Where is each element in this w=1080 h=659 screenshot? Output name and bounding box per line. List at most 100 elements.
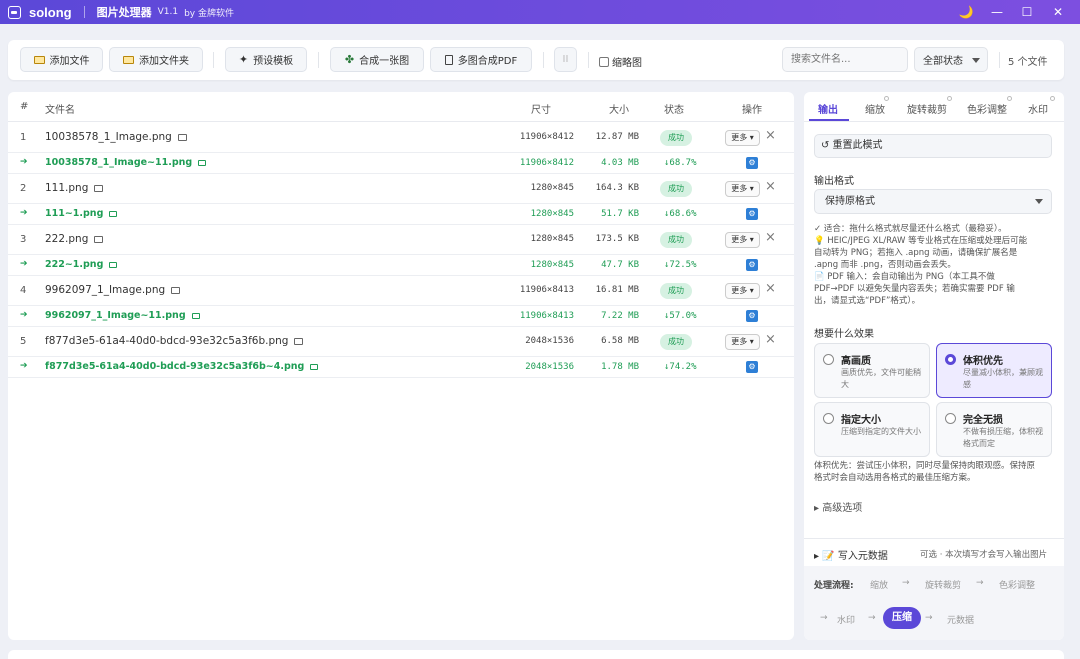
tab-watermark[interactable]: 水印 — [1028, 101, 1048, 116]
option-size-priority[interactable]: 体积优先 尽量减小体积，兼顾观感 — [936, 343, 1052, 398]
flow-label: 处理流程: — [814, 581, 854, 591]
tab-output[interactable]: 输出 — [818, 101, 838, 116]
option-high-quality[interactable]: 高画质 画质优先，文件可能稍大 — [814, 343, 930, 398]
title-bar: solong 图片处理器 V1.1 by 金牌软件 🌙 — ☐ ✕ — [0, 0, 1080, 24]
pause-button[interactable]: II — [554, 47, 577, 72]
thumbnail-toggle[interactable]: 缩略图 — [599, 54, 642, 69]
remove-file-icon[interactable]: × — [765, 179, 776, 194]
option-title: 体积优先 — [963, 356, 1003, 367]
effect-note: 体积优先：尝试压小体积，同时尽量保持肉眼观感。保持原 格式时会自动选用各格式的最… — [814, 460, 1054, 484]
file-name: 9962097_1_Image.png — [45, 284, 181, 296]
more-button[interactable]: 更多 ▾ — [725, 232, 760, 248]
app-logo-icon — [8, 5, 21, 19]
file-size: 173.5 KB — [595, 234, 639, 244]
metadata-toggle[interactable]: ▸ 📝 写入元数据 — [814, 547, 888, 562]
add-file-button[interactable]: 添加文件 — [20, 47, 103, 72]
thumbnail-checkbox[interactable] — [599, 56, 609, 67]
thumbnail-label: 缩略图 — [612, 58, 642, 69]
hint-line: PDF→PDF 以避免矢量内容丢失；若确实需要 PDF 输 — [814, 284, 1015, 294]
gear-icon[interactable]: ⚙ — [746, 361, 758, 373]
merge-pdf-button[interactable]: 多图合成PDF — [430, 47, 532, 72]
presets-button[interactable]: ✦ 预设模板 — [225, 47, 307, 72]
status-badge: 成功 — [660, 130, 692, 146]
header-size: 大小 — [609, 105, 629, 116]
file-name-text: 111.png — [45, 182, 89, 194]
wand-icon: ✦ — [238, 53, 249, 66]
hint-line: .apng 而非 .png，否则动画会丢失。 — [814, 260, 956, 270]
open-folder-icon[interactable] — [171, 287, 181, 294]
status-filter-select[interactable]: 全部状态 — [914, 47, 988, 72]
toolbar-divider — [213, 52, 214, 68]
minimize-button[interactable]: — — [983, 0, 1011, 24]
output-arrow-icon: ➔ — [20, 157, 28, 167]
reset-mode-button[interactable]: ↺ 重置此模式 — [814, 134, 1052, 158]
file-size: 6.58 MB — [601, 336, 639, 346]
search-input[interactable] — [782, 47, 908, 72]
tab-color-adjust[interactable]: 色彩调整 — [967, 101, 1007, 116]
tab-rotate-crop[interactable]: 旋转裁剪 — [907, 101, 947, 116]
option-target-size[interactable]: 指定大小 压缩到指定的文件大小 — [814, 402, 930, 457]
more-button[interactable]: 更多 ▾ — [725, 334, 760, 350]
hint-line: ✓ 适合：拖什么格式就尽量还什么格式（最稳妥）。 — [814, 224, 1007, 234]
file-list: # 文件名 尺寸 大小 状态 操作 1 10038578_1_Image.png… — [8, 92, 794, 640]
open-folder-icon[interactable] — [94, 185, 104, 192]
output-arrow-icon: ➔ — [20, 208, 28, 218]
theme-toggle-icon[interactable]: 🌙 — [952, 0, 980, 24]
open-folder-icon[interactable] — [109, 262, 118, 268]
file-name: 222.png — [45, 233, 104, 245]
status-badge: 成功 — [660, 181, 692, 197]
tab-status-dot-icon — [947, 96, 952, 101]
tab-scale[interactable]: 缩放 — [865, 101, 885, 116]
flow-step-scale: 缩放 — [870, 581, 889, 591]
gear-icon[interactable]: ⚙ — [746, 259, 758, 271]
remove-file-icon[interactable]: × — [765, 332, 776, 347]
radio-icon[interactable] — [823, 354, 834, 365]
open-folder-icon[interactable] — [198, 160, 207, 166]
more-button[interactable]: 更多 ▾ — [725, 283, 760, 299]
close-window-button[interactable]: ✕ — [1044, 0, 1072, 24]
option-lossless[interactable]: 完全无损 不做有损压缩，体积视格式而定 — [936, 402, 1052, 457]
option-desc: 画质优先，文件可能稍大 — [841, 368, 921, 389]
status-filter-value: 全部状态 — [923, 56, 963, 67]
open-folder-icon[interactable] — [191, 313, 200, 319]
gear-icon[interactable]: ⚙ — [746, 208, 758, 220]
add-folder-label: 添加文件夹 — [139, 56, 189, 67]
add-folder-button[interactable]: 添加文件夹 — [109, 47, 203, 72]
radio-icon[interactable] — [945, 354, 956, 365]
output-arrow-icon: ➔ — [20, 259, 28, 269]
merge-one-button[interactable]: ✤ 合成一张图 — [330, 47, 424, 72]
more-button[interactable]: 更多 ▾ — [725, 130, 760, 146]
file-row[interactable]: 5 f877d3e5-61a4-40d0-bdcd-93e32c5a3f6b.p… — [8, 327, 794, 357]
active-tab-indicator — [809, 119, 849, 121]
open-folder-icon[interactable] — [109, 211, 118, 217]
gear-icon[interactable]: ⚙ — [746, 157, 758, 169]
advanced-options-toggle[interactable]: ▸ 高级选项 — [814, 499, 862, 514]
output-size: 7.22 MB — [601, 311, 639, 321]
open-folder-icon[interactable] — [294, 338, 304, 345]
open-folder-icon[interactable] — [94, 236, 104, 243]
row-index: 1 — [20, 132, 27, 143]
open-folder-icon[interactable] — [310, 364, 319, 370]
metadata-note: 可选 · 本次填写才会写入输出图片 — [920, 550, 1048, 560]
output-format-select[interactable]: 保持原格式 — [814, 189, 1052, 214]
file-dims: 1280×845 — [530, 234, 574, 244]
radio-icon[interactable] — [823, 413, 834, 424]
gear-icon[interactable]: ⚙ — [746, 310, 758, 322]
maximize-button[interactable]: ☐ — [1013, 0, 1041, 24]
file-count: 5 个文件 — [1008, 57, 1048, 68]
output-reduction: ↓57.0% — [664, 311, 697, 321]
output-reduction: ↓68.7% — [664, 158, 697, 168]
open-folder-icon[interactable] — [177, 134, 187, 141]
remove-file-icon[interactable]: × — [765, 230, 776, 245]
file-row[interactable]: 3 222.png 1280×845 173.5 KB 成功 更多 ▾ × — [8, 225, 794, 255]
file-row[interactable]: 1 10038578_1_Image.png 11906×8412 12.87 … — [8, 123, 794, 153]
remove-file-icon[interactable]: × — [765, 281, 776, 296]
file-row[interactable]: 2 111.png 1280×845 164.3 KB 成功 更多 ▾ × — [8, 174, 794, 204]
output-row: ➔ 10038578_1_Image~11.png 11906×8412 4.0… — [8, 153, 794, 174]
more-button[interactable]: 更多 ▾ — [725, 181, 760, 197]
radio-icon[interactable] — [945, 413, 956, 424]
add-file-label: 添加文件 — [49, 56, 90, 67]
effect-note-line: 体积优先：尝试压小体积，同时尽量保持肉眼观感。保持原 — [814, 461, 1036, 471]
file-row[interactable]: 4 9962097_1_Image.png 11906×8413 16.81 M… — [8, 276, 794, 306]
remove-file-icon[interactable]: × — [765, 128, 776, 143]
